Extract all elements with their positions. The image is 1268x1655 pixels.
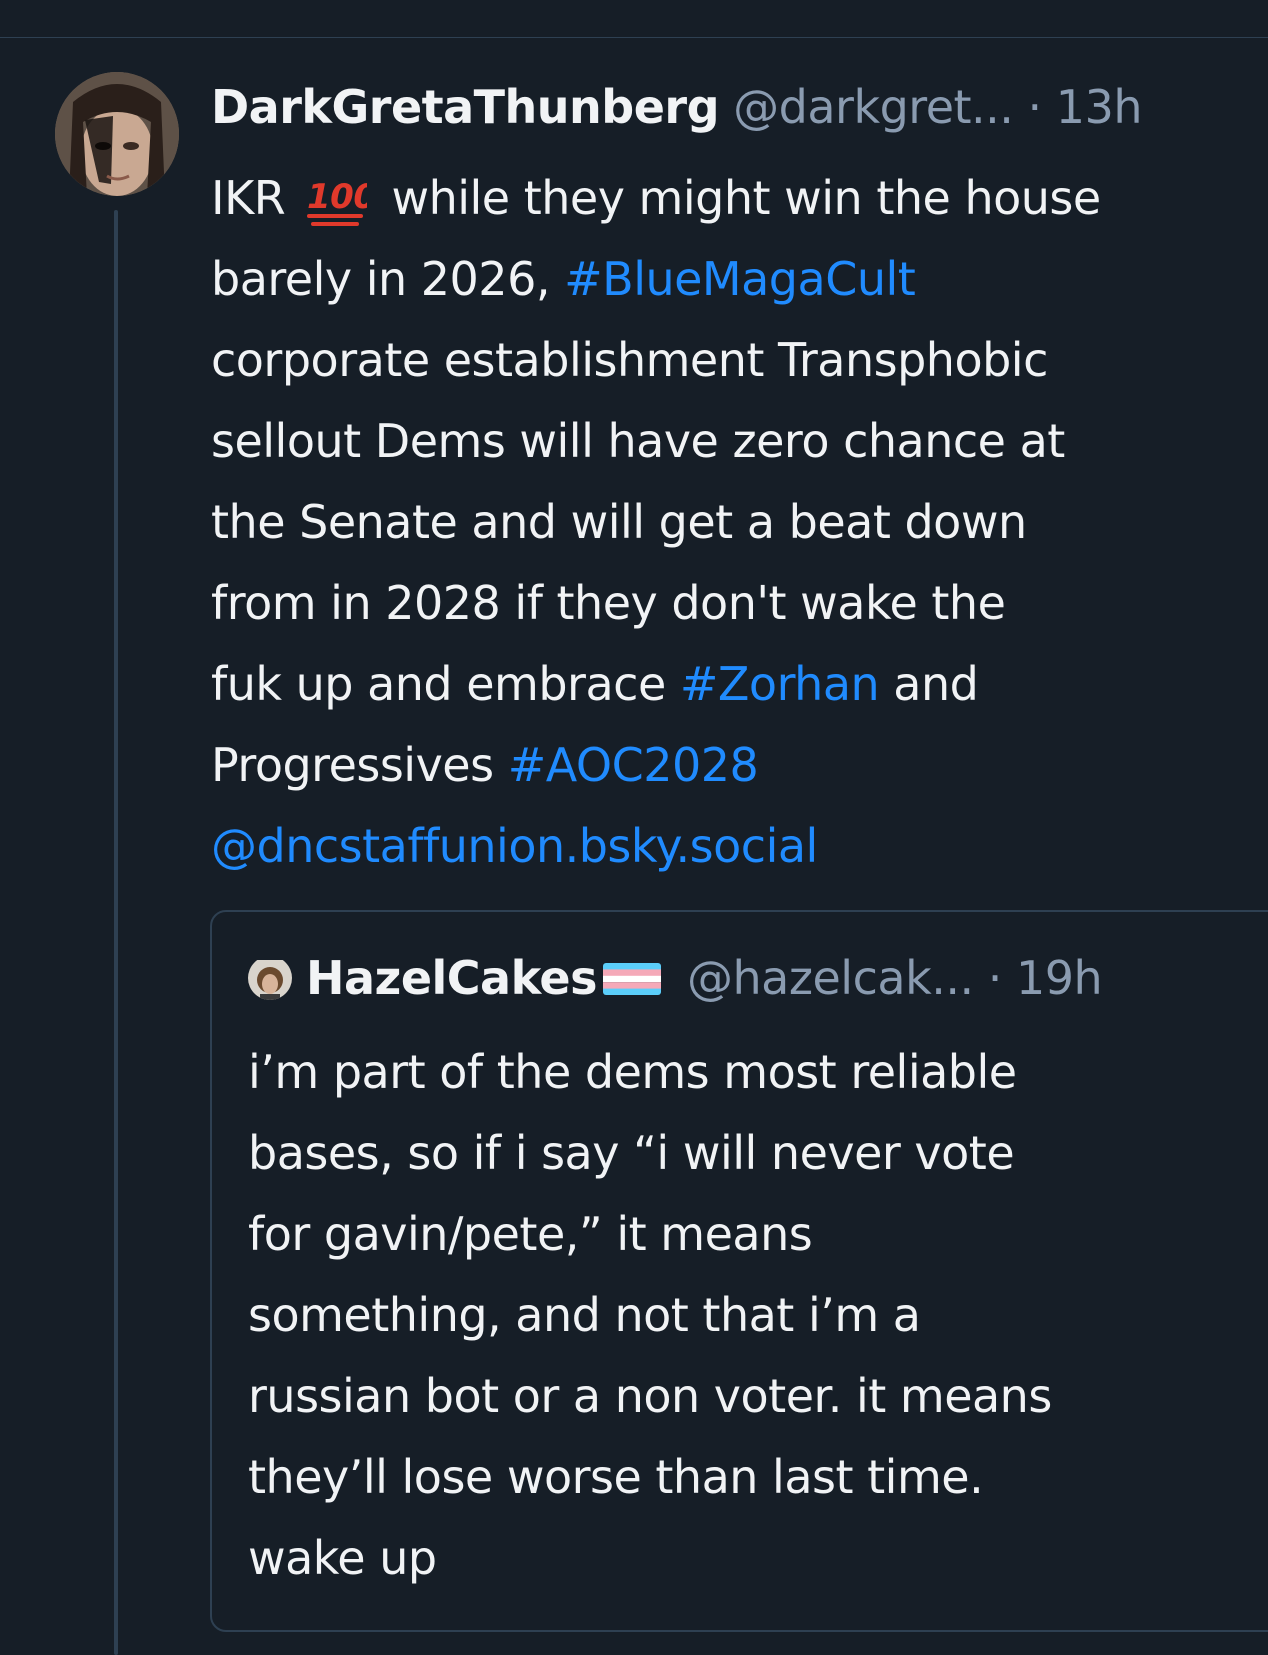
top-divider [0,37,1268,38]
quoted-text-line: wake up [248,1531,437,1585]
avatar-photo-icon [248,959,292,1000]
post-text-segment: IKR [211,171,286,225]
mention-link[interactable]: @dncstaffunion.bsky.social [211,819,818,873]
quoted-text-line: russian bot or a non voter. it means [248,1369,1052,1423]
hashtag-link[interactable]: #BlueMagaCult [564,252,916,306]
quoted-text-line: bases, so if i say “i will never vote [248,1126,1015,1180]
post-text-line: corporate establishment Transphobic [211,333,1048,387]
quoted-post-card[interactable]: HazelCakes @hazelcak... · 19h i’m part o… [210,910,1268,1632]
quoted-text-line: i’m part of the dems most reliable [248,1045,1017,1099]
quoted-author-handle[interactable]: @hazelcak... [687,951,974,1005]
header-separator: · [1013,80,1056,134]
quoted-post-timestamp[interactable]: 19h [1016,951,1103,1005]
post-text-line: sellout Dems will have zero chance at [211,414,1065,468]
post-timestamp[interactable]: 13h [1056,80,1143,134]
avatar-photo-icon [55,72,179,196]
hashtag-link[interactable]: #AOC2028 [508,738,759,792]
post-text-line: from in 2028 if they don't wake the [211,576,1006,630]
quoted-text-line: something, and not that i’m a [248,1288,921,1342]
thread-reply-line [114,210,118,1655]
svg-text:100: 100 [307,177,367,217]
post-text-segment: Progressives [211,738,508,792]
quoted-author-display-name[interactable]: HazelCakes [306,951,598,1005]
hashtag-link[interactable]: #Zorhan [680,657,880,711]
post-text-segment: and [879,657,979,711]
quoted-text-line: for gavin/pete,” it means [248,1207,813,1261]
quoted-post-text: i’m part of the dems most reliable bases… [248,1032,1268,1599]
post-text-line: the Senate and will get a beat down [211,495,1027,549]
quoted-author-avatar[interactable] [248,956,292,1000]
post-text-segment: fuk up and embrace [211,657,680,711]
post-text-segment: barely in 2026, [211,252,565,306]
quoted-post-header: HazelCakes @hazelcak... · 19h [248,946,1103,1010]
transgender-flag-icon [603,962,662,995]
quoted-text-line: they’ll lose worse than last time. [248,1450,984,1504]
author-handle[interactable]: @darkgret... [733,80,1014,134]
author-display-name[interactable]: DarkGretaThunberg [211,80,720,134]
post-text: IKR 100 while they might win the house b… [211,158,1268,887]
author-avatar[interactable] [55,72,179,196]
post-text-segment: while they might win the house [391,171,1101,225]
post-header: DarkGretaThunberg @darkgret... · 13h [211,72,1268,142]
hundred-points-icon: 100 [307,177,367,226]
header-separator: · [973,951,1016,1005]
